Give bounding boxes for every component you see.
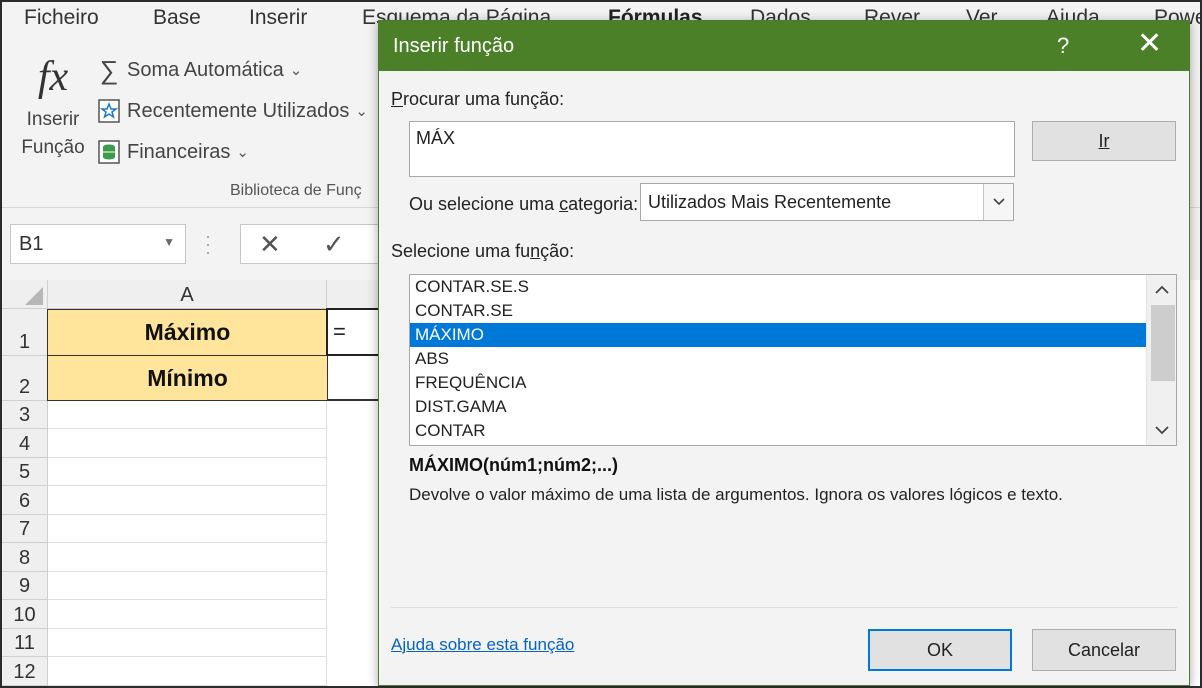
- insert-function-label-2: Função: [21, 137, 85, 158]
- list-item[interactable]: CONTAR.SE: [410, 299, 1146, 323]
- cell-a9[interactable]: [48, 572, 327, 600]
- function-syntax: MÁXIMO(núm1;núm2;...): [409, 455, 618, 475]
- cell-a2[interactable]: Mínimo: [47, 355, 328, 401]
- chevron-down-icon[interactable]: [1147, 416, 1176, 444]
- function-list-scrollbar[interactable]: [1146, 275, 1176, 445]
- sigma-icon: ∑: [99, 54, 119, 85]
- chevron-down-icon[interactable]: ⌄: [355, 102, 368, 120]
- function-library-group-label: Biblioteca de Funç: [230, 182, 362, 199]
- function-description: Devolve o valor máximo de uma lista de a…: [409, 485, 1063, 504]
- ok-button[interactable]: OK: [868, 629, 1012, 671]
- help-on-function-link[interactable]: Ajuda sobre esta função: [391, 635, 574, 655]
- search-function-input[interactable]: MÁX: [409, 121, 1015, 177]
- select-all-button[interactable]: [2, 280, 48, 309]
- row-header-1[interactable]: 1: [2, 309, 48, 356]
- cell-a11[interactable]: [48, 629, 327, 657]
- fx-icon: fx: [37, 54, 69, 100]
- close-icon[interactable]: ✕: [1137, 29, 1162, 59]
- scrollbar-thumb[interactable]: [1151, 305, 1175, 381]
- list-item[interactable]: ABS: [410, 347, 1146, 371]
- go-button-label: Ir: [1098, 131, 1110, 151]
- cancel-button[interactable]: Cancelar: [1032, 629, 1176, 671]
- insert-function-label-1: Inserir: [26, 109, 80, 130]
- enter-entry-icon[interactable]: ✓: [323, 229, 345, 260]
- autosum-label: Soma Automática: [127, 58, 284, 81]
- list-item[interactable]: DIST.GAMA: [410, 395, 1146, 419]
- database-icon: [96, 139, 122, 165]
- star-icon: [96, 98, 122, 124]
- row-header-9[interactable]: 9: [2, 572, 48, 600]
- cell-a7[interactable]: [48, 515, 327, 543]
- list-item-selected[interactable]: MÁXIMO: [410, 323, 1146, 347]
- cell-a12[interactable]: [48, 657, 327, 686]
- go-button[interactable]: Ir: [1032, 121, 1176, 161]
- name-box-value: B1: [19, 233, 44, 255]
- chevron-down-icon[interactable]: [983, 184, 1013, 220]
- row-header-7[interactable]: 7: [2, 515, 48, 543]
- tab-base[interactable]: Base: [153, 6, 201, 30]
- drag-handle-icon[interactable]: · · ·: [205, 227, 211, 261]
- row-header-5[interactable]: 5: [2, 458, 48, 486]
- row-header-10[interactable]: 10: [2, 600, 48, 629]
- tab-inserir[interactable]: Inserir: [249, 6, 307, 30]
- dialog-title: Inserir função: [393, 35, 515, 57]
- excel-window: Ficheiro Base Inserir Esquema da Página …: [0, 0, 1202, 688]
- cell-a5[interactable]: [48, 458, 327, 486]
- recently-used-label: Recentemente Utilizados: [127, 99, 350, 122]
- category-select[interactable]: Utilizados Mais Recentemente: [640, 183, 1014, 221]
- chevron-down-icon[interactable]: ⌄: [290, 61, 303, 79]
- category-select-value: Utilizados Mais Recentemente: [648, 192, 892, 212]
- cell-a4[interactable]: [48, 429, 327, 458]
- chevron-down-icon[interactable]: ▼: [163, 235, 175, 249]
- cancel-entry-icon[interactable]: ✕: [259, 229, 281, 260]
- list-item[interactable]: CONTAR.SE.S: [410, 275, 1146, 299]
- list-item[interactable]: FREQUÊNCIA: [410, 371, 1146, 395]
- help-icon[interactable]: ?: [1057, 33, 1069, 59]
- select-function-label: Selecione uma função:: [391, 241, 575, 261]
- cell-a1[interactable]: Máximo: [47, 309, 328, 356]
- recently-used-button[interactable]: Recentemente Utilizados ⌄: [96, 95, 368, 127]
- financial-label: Financeiras: [127, 140, 231, 163]
- row-header-11[interactable]: 11: [2, 629, 48, 657]
- formula-bar-buttons: ✕ ✓: [240, 224, 390, 264]
- insert-function-button[interactable]: fx Inserir Função: [16, 54, 90, 162]
- category-label: Ou selecione uma categoria:: [409, 194, 639, 214]
- dialog-divider: [391, 607, 1177, 608]
- cell-a6[interactable]: [48, 486, 327, 515]
- financial-button[interactable]: Financeiras ⌄: [96, 136, 249, 168]
- function-list[interactable]: CONTAR.SE.S CONTAR.SE MÁXIMO ABS FREQUÊN…: [409, 274, 1177, 446]
- dialog-title-bar[interactable]: Inserir função ? ✕: [379, 21, 1189, 71]
- row-header-12[interactable]: 12: [2, 657, 48, 686]
- row-header-2[interactable]: 2: [2, 356, 48, 401]
- insert-function-dialog: Inserir função ? ✕ Procurar uma função: …: [378, 20, 1190, 686]
- autosum-button[interactable]: ∑ Soma Automática ⌄: [96, 54, 303, 86]
- name-box[interactable]: B1 ▼: [10, 224, 186, 264]
- row-header-4[interactable]: 4: [2, 429, 48, 458]
- list-item[interactable]: CONTAR: [410, 419, 1146, 443]
- tab-ficheiro[interactable]: Ficheiro: [24, 6, 99, 30]
- cell-a10[interactable]: [48, 600, 327, 629]
- cell-a3[interactable]: [48, 401, 327, 429]
- search-function-label: Procurar uma função:: [391, 89, 565, 109]
- column-header-a[interactable]: A: [48, 280, 327, 309]
- row-header-3[interactable]: 3: [2, 401, 48, 429]
- row-header-6[interactable]: 6: [2, 486, 48, 515]
- row-header-8[interactable]: 8: [2, 543, 48, 572]
- cell-a8[interactable]: [48, 543, 327, 572]
- chevron-up-icon[interactable]: [1147, 275, 1176, 303]
- chevron-down-icon[interactable]: ⌄: [236, 143, 249, 161]
